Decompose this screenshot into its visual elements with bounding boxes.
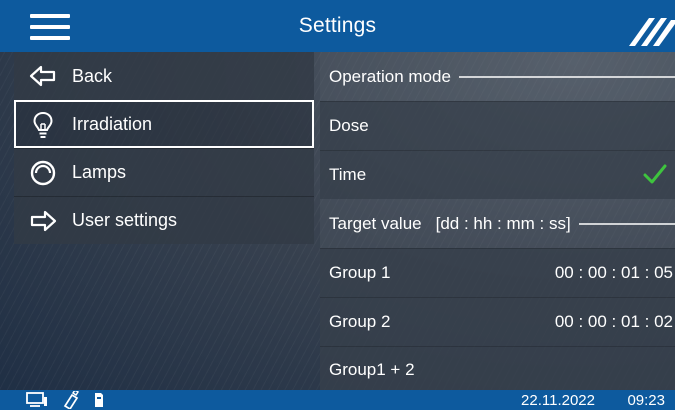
operation-mode-header: Operation mode [320,52,675,101]
mode-option-dose[interactable]: Dose [320,101,675,150]
section-label: Target value [329,213,422,233]
hamburger-menu-icon[interactable] [30,14,70,40]
sidebar-item-label: Lamps [72,162,127,182]
status-bar: 22.11.2022 09:23 [0,390,675,410]
sidebar-menu: Back Irradiation Lamps User settings [14,52,314,244]
arrow-right-icon [14,197,72,245]
target-value-header: Target value [dd : hh : mm : ss] [320,199,675,248]
section-label: Operation mode [329,66,451,86]
group-1-2-row[interactable]: Group1 + 2 [320,346,675,392]
group-label: Group 2 [329,312,391,331]
status-time: 09:23 [627,392,665,409]
arrow-left-icon [14,52,72,100]
mode-option-time[interactable]: Time [320,150,675,199]
divider [578,222,675,225]
status-date: 22.11.2022 [521,392,595,409]
sidebar-item-lamps[interactable]: Lamps [14,148,314,196]
sidebar-item-back[interactable]: Back [14,52,314,100]
usb-stick-icon [62,390,80,410]
brand-logo [629,18,675,46]
sidebar-item-label: User settings [72,210,178,230]
group-label: Group 1 [329,263,391,282]
checkmark-icon [643,164,667,184]
divider [458,75,675,78]
sidebar-item-user-settings[interactable]: User settings [14,196,314,244]
group-2-row[interactable]: Group 2 00 : 00 : 01 : 02 [320,297,675,346]
sidebar-item-label: Irradiation [72,114,153,134]
sidebar-item-irradiation[interactable]: Irradiation [14,100,314,148]
header-bar: Settings [0,0,675,52]
group-label: Group1 + 2 [329,359,415,379]
lamp-ring-icon [14,149,72,197]
page-title: Settings [298,14,377,37]
mode-label: Dose [329,116,369,135]
group-time-value: 00 : 00 : 01 : 02 [554,312,673,331]
unit-label: [dd : hh : mm : ss] [435,213,571,233]
group-time-value: 00 : 00 : 01 : 05 [554,263,673,282]
monitor-icon [26,390,48,410]
light-bulb-icon [14,101,72,149]
settings-panel: Operation mode Dose Time Target value [d… [320,52,675,392]
mode-label: Time [329,165,367,184]
group-1-row[interactable]: Group 1 00 : 00 : 01 : 05 [320,248,675,297]
sidebar-item-label: Back [72,65,113,86]
sd-card-icon [94,390,104,410]
